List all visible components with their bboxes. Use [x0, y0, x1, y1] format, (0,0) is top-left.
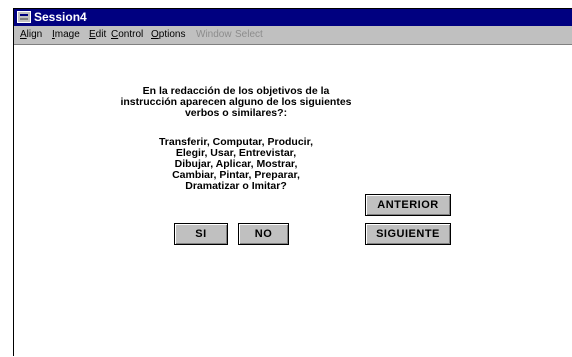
verbs-list: Transferir, Computar, Producir, Elegir, …	[106, 137, 366, 192]
title-bar[interactable]: Session4	[14, 9, 572, 26]
system-menu-icon[interactable]	[17, 11, 31, 23]
menu-edit[interactable]: Edit	[89, 29, 106, 40]
verbs-line: Dramatizar o Imitar?	[185, 180, 287, 192]
siguiente-button[interactable]: SIGUIENTE	[365, 223, 451, 245]
menu-bar: Align Image Edit Control Options Window …	[14, 26, 572, 45]
app-window: Session4 Align Image Edit Control Option…	[13, 8, 572, 357]
menu-window: Window	[196, 29, 232, 40]
menu-options[interactable]: Options	[151, 29, 185, 40]
content-area: En la redacción de los objetivos de la i…	[14, 45, 572, 357]
menu-control[interactable]: Control	[111, 29, 143, 40]
anterior-button[interactable]: ANTERIOR	[365, 194, 451, 216]
window-title: Session4	[34, 10, 87, 24]
no-button[interactable]: NO	[238, 223, 289, 245]
question-text: En la redacción de los objetivos de la i…	[106, 86, 366, 119]
si-button[interactable]: SI	[174, 223, 228, 245]
menu-select: Select	[235, 29, 263, 40]
menu-image[interactable]: Image	[52, 29, 80, 40]
menu-align[interactable]: Align	[20, 29, 42, 40]
question-line: verbos o similares?:	[184, 107, 288, 119]
